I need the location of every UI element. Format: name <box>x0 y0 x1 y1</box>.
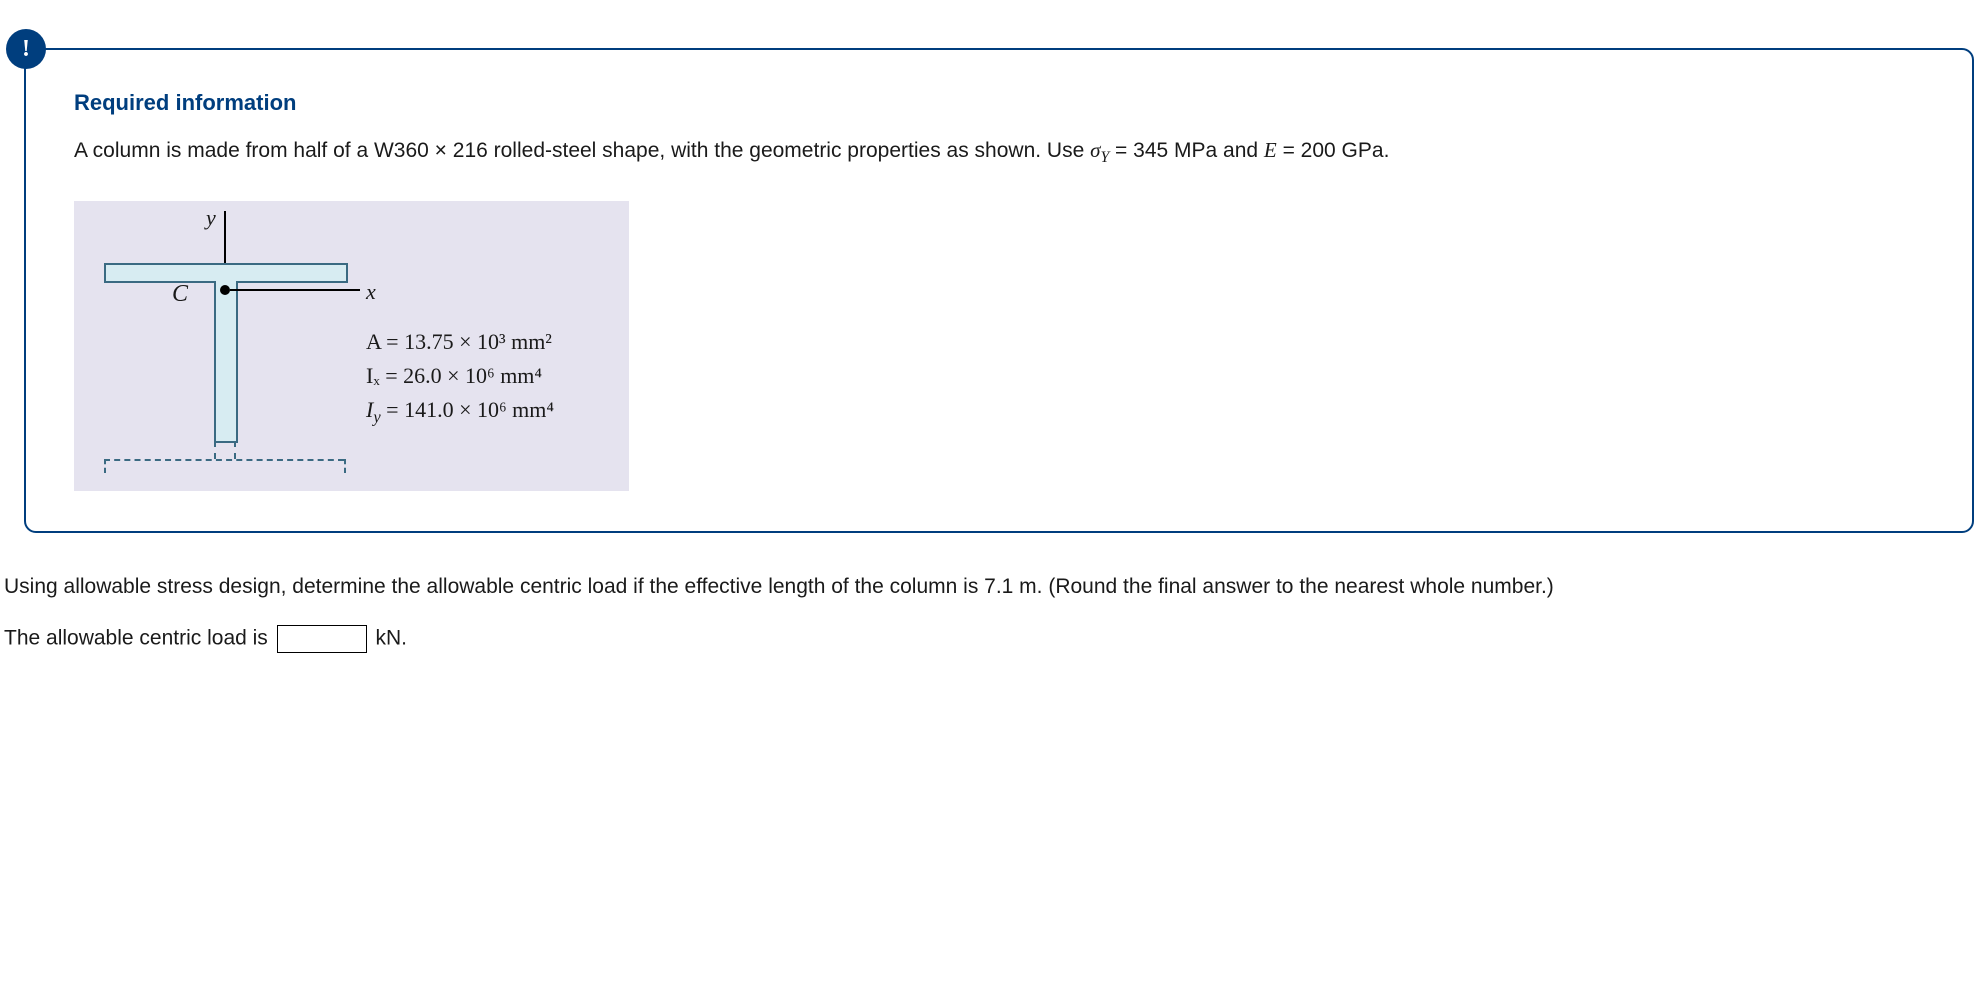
sigma-symbol: σ <box>1090 138 1100 162</box>
figure: y C x A = 13.75 × 10³ mm² Iₓ = 26.0 × 10… <box>74 201 629 491</box>
problem-text-1: A column is made from half of a W360 × 2… <box>74 139 1090 162</box>
dash-web-left <box>214 441 216 459</box>
y-axis-label: y <box>206 205 216 231</box>
answer-input[interactable] <box>277 625 367 653</box>
alert-icon: ! <box>6 29 46 69</box>
question-text: Using allowable stress design, determine… <box>4 571 1974 604</box>
y-axis-line <box>224 211 226 267</box>
centroid-label: C <box>172 281 188 308</box>
required-info-box: Required information A column is made fr… <box>24 48 1974 533</box>
required-info-heading: Required information <box>74 90 1928 116</box>
dash-web-right <box>234 441 236 459</box>
answer-unit: kN. <box>370 627 407 650</box>
answer-line: The allowable centric load is kN. <box>4 625 1974 653</box>
x-axis-label: x <box>366 279 376 305</box>
dash-left <box>104 459 106 473</box>
section-properties: A = 13.75 × 10³ mm² Iₓ = 26.0 × 10⁶ mm⁴ … <box>366 325 554 430</box>
sigma-subscript: Y <box>1100 149 1109 166</box>
Ix-value: Iₓ = 26.0 × 10⁶ mm⁴ <box>366 359 554 393</box>
E-symbol: E <box>1264 138 1277 162</box>
Iy-value: Iy = 141.0 × 10⁶ mm⁴ <box>366 393 554 430</box>
x-axis-line <box>230 289 360 291</box>
sigma-value: = 345 MPa and <box>1109 139 1264 162</box>
answer-prompt: The allowable centric load is <box>4 627 274 650</box>
area-value: A = 13.75 × 10³ mm² <box>366 325 554 359</box>
dash-right <box>344 459 346 473</box>
dash-bottom-flange-top <box>104 459 344 461</box>
Iy-subscript: y <box>373 407 380 426</box>
E-value: = 200 GPa. <box>1277 139 1390 162</box>
centroid-point <box>220 285 230 295</box>
Iy-rest: = 141.0 × 10⁶ mm⁴ <box>381 397 554 422</box>
exclamation-icon: ! <box>22 36 30 63</box>
t-section-web <box>214 281 238 443</box>
problem-statement: A column is made from half of a W360 × 2… <box>74 134 1928 171</box>
t-section-flange <box>104 263 348 283</box>
